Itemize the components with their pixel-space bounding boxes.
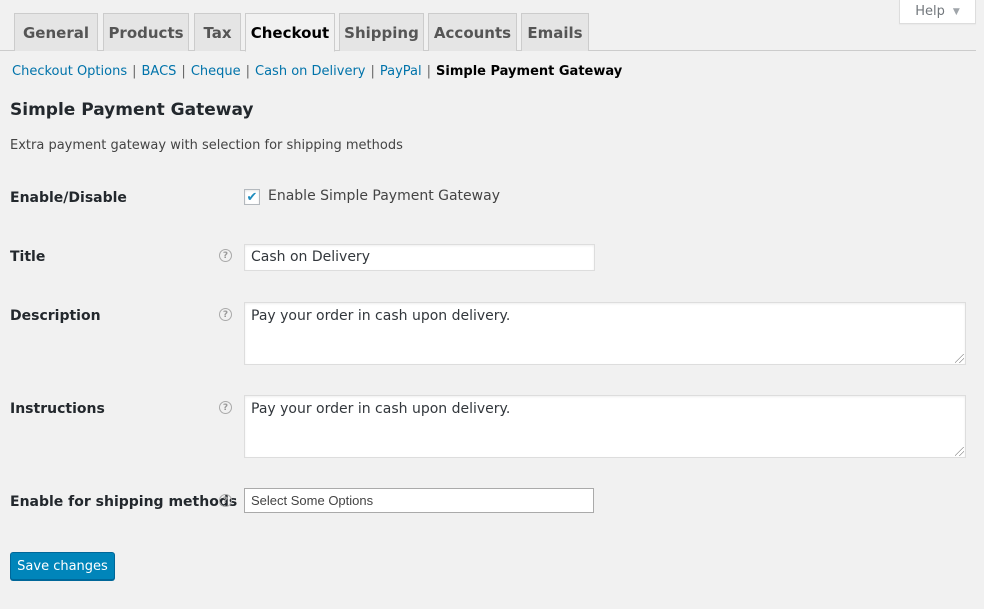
tab-accounts[interactable]: Accounts — [428, 13, 517, 51]
subnav-cheque[interactable]: Cheque — [191, 64, 241, 79]
resize-grip-icon[interactable] — [955, 354, 964, 363]
tab-shipping[interactable]: Shipping — [339, 13, 424, 51]
tab-tax[interactable]: Tax — [194, 13, 241, 51]
section-title: Simple Payment Gateway — [10, 100, 254, 120]
subnav-current-simple-payment-gateway: Simple Payment Gateway — [436, 64, 623, 79]
subnav-cash-on-delivery[interactable]: Cash on Delivery — [255, 64, 365, 79]
subnav-separator: | — [245, 64, 251, 79]
section-description: Extra payment gateway with selection for… — [10, 138, 403, 153]
subnav-separator: | — [426, 64, 432, 79]
settings-tabs: General Products Tax Checkout Shipping A… — [0, 13, 976, 52]
subnav-separator: | — [181, 64, 186, 79]
subnav-paypal[interactable]: PayPal — [380, 64, 422, 79]
instructions-label: Instructions — [10, 401, 105, 417]
shipping-methods-select[interactable]: Select Some Options — [244, 488, 594, 513]
enable-checkbox[interactable]: ✔ — [244, 189, 260, 205]
title-input[interactable]: Cash on Delivery — [244, 244, 595, 271]
save-changes-button[interactable]: Save changes — [10, 552, 115, 580]
subnav-bacs[interactable]: BACS — [142, 64, 177, 79]
tab-general[interactable]: General — [14, 13, 98, 51]
help-tip-icon[interactable]: ? — [219, 494, 232, 507]
title-label: Title — [10, 249, 46, 265]
subnav-checkout-options[interactable]: Checkout Options — [12, 64, 127, 79]
subnav-separator: | — [370, 64, 375, 79]
checkmark-icon: ✔ — [246, 189, 258, 205]
tab-checkout[interactable]: Checkout — [245, 13, 335, 52]
resize-grip-icon[interactable] — [955, 447, 964, 456]
shipping-methods-label: Enable for shipping methods — [10, 494, 238, 510]
description-label: Description — [10, 308, 101, 324]
help-tip-icon[interactable]: ? — [219, 308, 232, 321]
subnav-separator: | — [132, 64, 137, 79]
help-tip-icon[interactable]: ? — [219, 401, 232, 414]
instructions-textarea[interactable]: Pay your order in cash upon delivery. — [244, 395, 966, 458]
description-text: Pay your order in cash upon delivery. — [251, 308, 511, 324]
enable-disable-label: Enable/Disable — [10, 190, 127, 206]
tab-products[interactable]: Products — [103, 13, 189, 51]
gateway-subnav: Checkout Options | BACS | Cheque | Cash on Del… — [12, 64, 622, 79]
instructions-text: Pay your order in cash upon delivery. — [251, 401, 511, 417]
help-tip-icon[interactable]: ? — [219, 249, 232, 262]
description-textarea[interactable]: Pay your order in cash upon delivery. — [244, 302, 966, 365]
enable-checkbox-label[interactable]: Enable Simple Payment Gateway — [268, 188, 500, 204]
tab-emails[interactable]: Emails — [521, 13, 589, 51]
